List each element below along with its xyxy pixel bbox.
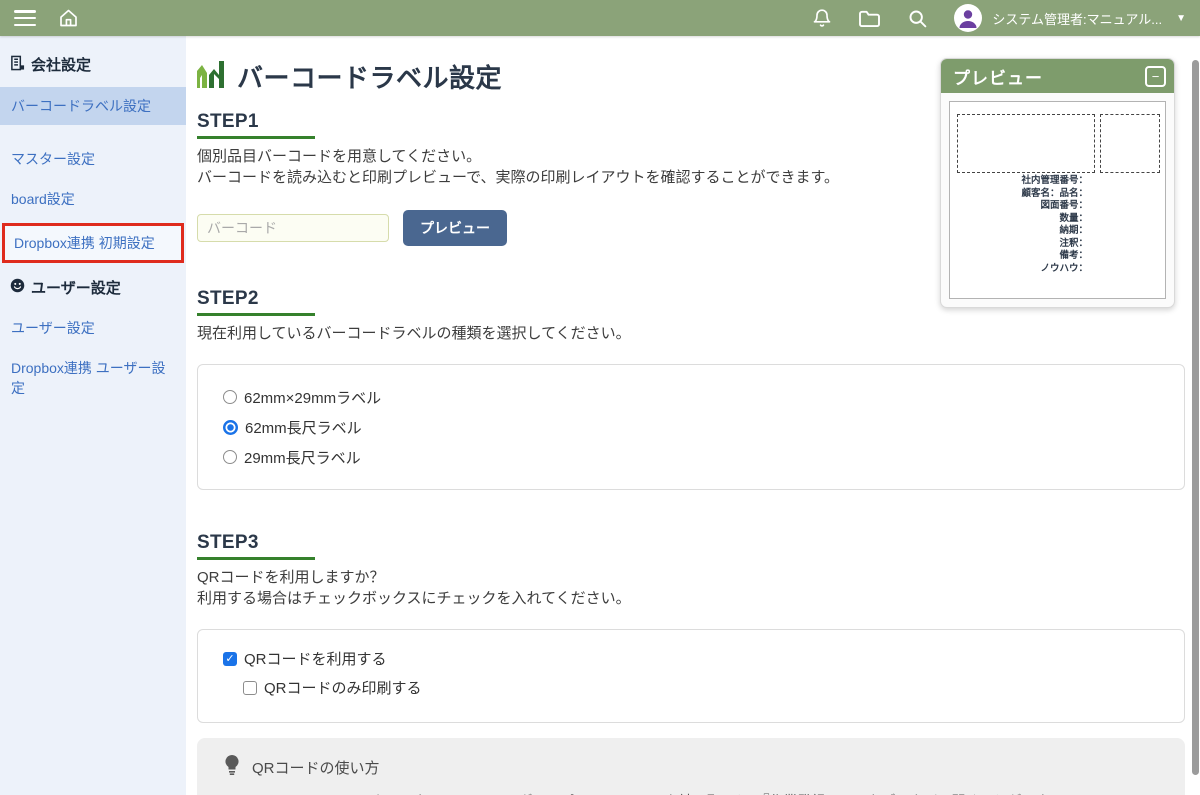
step3-section: STEP3 QRコードを利用しますか？ 利用する場合はチェックボックスにチェック… — [197, 532, 1200, 723]
step3-underline — [197, 557, 315, 560]
radio-option-29mm-long[interactable]: 29mm長尺ラベル — [223, 442, 1159, 472]
building-icon — [10, 55, 25, 75]
step3-description-line2: 利用する場合はチェックボックスにチェックを入れてください。 — [197, 588, 1200, 609]
checkbox-icon[interactable] — [243, 681, 257, 695]
sidebar-item-master-settings[interactable]: マスター設定 — [0, 141, 186, 177]
folder-icon[interactable] — [858, 9, 881, 28]
label-field: 顧客名：品名： — [957, 188, 1088, 201]
page-title: バーコードラベル設定 — [237, 58, 502, 95]
label-field: 数量： — [957, 213, 1088, 226]
label-preview-canvas: 社内管理番号： 顧客名：品名： 図面番号： 数量： 納期： 注釈： 備考： ノウ… — [949, 101, 1166, 299]
caret-down-icon[interactable]: ▼ — [1176, 13, 1186, 24]
barcode-placeholder — [957, 114, 1095, 173]
radio-selected-icon[interactable] — [223, 420, 238, 435]
app-logo-icon — [197, 61, 227, 93]
infobox-header: QRコードの使い方 — [225, 755, 1157, 780]
sidebar-section-user: ユーザー設定 — [0, 269, 186, 306]
checkbox-use-qr[interactable]: ✓ QRコードを利用する — [223, 644, 1159, 673]
app-window: システム管理者:マニュアル... ▼ 会社設定 バーコードラベル設定 マスター設… — [0, 0, 1200, 795]
page-scrollbar[interactable] — [1192, 60, 1199, 775]
label-field: ノウハウ： — [957, 263, 1088, 276]
infobox-title: QRコードの使い方 — [252, 757, 380, 778]
preview-panel-header: プレビュー − — [941, 59, 1174, 93]
radio-label: 62mm×29mmラベル — [244, 387, 381, 408]
label-field: 図面番号： — [957, 200, 1088, 213]
barcode-placeholder-row — [957, 114, 1160, 173]
radio-option-62x29[interactable]: 62mm×29mmラベル — [223, 382, 1159, 412]
avatar[interactable] — [954, 4, 982, 32]
qr-usage-infobox: QRコードの使い方 スマートフォンのカメラやQRコードリーダーアプリでQRコード… — [197, 738, 1185, 795]
checkbox-qr-only-print[interactable]: QRコードのみ印刷する — [243, 673, 1159, 702]
sidebar-section-label: 会社設定 — [31, 54, 91, 75]
sidebar: 会社設定 バーコードラベル設定 マスター設定 board設定 Dropbox連携… — [0, 36, 186, 795]
sidebar-item-user-settings[interactable]: ユーザー設定 — [0, 310, 186, 346]
minimize-icon[interactable]: − — [1145, 66, 1166, 87]
checkbox-label: QRコードを利用する — [244, 648, 387, 669]
top-bar: システム管理者:マニュアル... ▼ — [0, 0, 1200, 36]
sidebar-item-board-settings[interactable]: board設定 — [0, 181, 186, 217]
home-icon[interactable] — [58, 8, 79, 28]
step2-description: 現在利用しているバーコードラベルの種類を選択してください。 — [197, 323, 1200, 344]
radio-label: 62mm長尺ラベル — [245, 417, 362, 438]
label-field: 納期： — [957, 225, 1088, 238]
sidebar-item-barcode-label-settings[interactable]: バーコードラベル設定 — [0, 87, 186, 125]
qr-options-box: ✓ QRコードを利用する QRコードのみ印刷する — [197, 629, 1185, 723]
label-field: 注釈： — [957, 238, 1088, 251]
checkbox-checked-icon[interactable]: ✓ — [223, 652, 237, 666]
step3-description-line1: QRコードを利用しますか？ — [197, 567, 1200, 588]
label-type-box: 62mm×29mmラベル 62mm長尺ラベル 29mm長尺ラベル — [197, 364, 1185, 490]
bell-icon[interactable] — [812, 8, 832, 29]
step1-underline — [197, 136, 315, 139]
sidebar-section-label: ユーザー設定 — [31, 277, 121, 298]
lightbulb-icon — [225, 755, 239, 780]
label-field: 備考： — [957, 250, 1088, 263]
preview-panel: プレビュー − 社内管理番号： 顧客名：品名： 図面番号： 数量： 納期： 注釈… — [940, 58, 1175, 308]
step2-section: STEP2 現在利用しているバーコードラベルの種類を選択してください。 62mm… — [197, 288, 1200, 490]
sidebar-item-dropbox-user-settings[interactable]: Dropbox連携 ユーザー設定 — [0, 350, 186, 406]
search-icon[interactable] — [907, 8, 928, 29]
label-field-list: 社内管理番号： 顧客名：品名： 図面番号： 数量： 納期： 注釈： 備考： ノウ… — [957, 175, 1088, 275]
smiley-icon — [10, 278, 25, 297]
radio-option-62mm-long[interactable]: 62mm長尺ラベル — [223, 412, 1159, 442]
qr-placeholder — [1100, 114, 1160, 173]
preview-button[interactable]: プレビュー — [403, 210, 507, 246]
preview-panel-title: プレビュー — [953, 64, 1043, 89]
infobox-body: スマートフォンのカメラやQRコードリーダーアプリでQRコードを読み取ると、『作業… — [260, 790, 1157, 795]
sidebar-section-company: 会社設定 — [0, 46, 186, 83]
step2-underline — [197, 313, 315, 316]
user-name-label: システム管理者:マニュアル... — [992, 9, 1162, 28]
sidebar-item-dropbox-initial-settings[interactable]: Dropbox連携 初期設定 — [2, 223, 184, 263]
radio-label: 29mm長尺ラベル — [244, 447, 361, 468]
barcode-input[interactable] — [197, 214, 389, 242]
step3-heading: STEP3 — [197, 532, 1200, 554]
top-bar-right: システム管理者:マニュアル... ▼ — [786, 4, 1186, 32]
top-bar-left — [14, 8, 79, 28]
radio-icon[interactable] — [223, 450, 237, 464]
checkbox-label: QRコードのみ印刷する — [264, 677, 422, 698]
preview-panel-body: 社内管理番号： 顧客名：品名： 図面番号： 数量： 納期： 注釈： 備考： ノウ… — [941, 93, 1174, 307]
menu-icon[interactable] — [14, 10, 36, 26]
radio-icon[interactable] — [223, 390, 237, 404]
label-field: 社内管理番号： — [957, 175, 1088, 188]
infobox-body-line1: スマートフォンのカメラやQRコードリーダーアプリでQRコードを読み取ると、『作業… — [260, 790, 1157, 795]
